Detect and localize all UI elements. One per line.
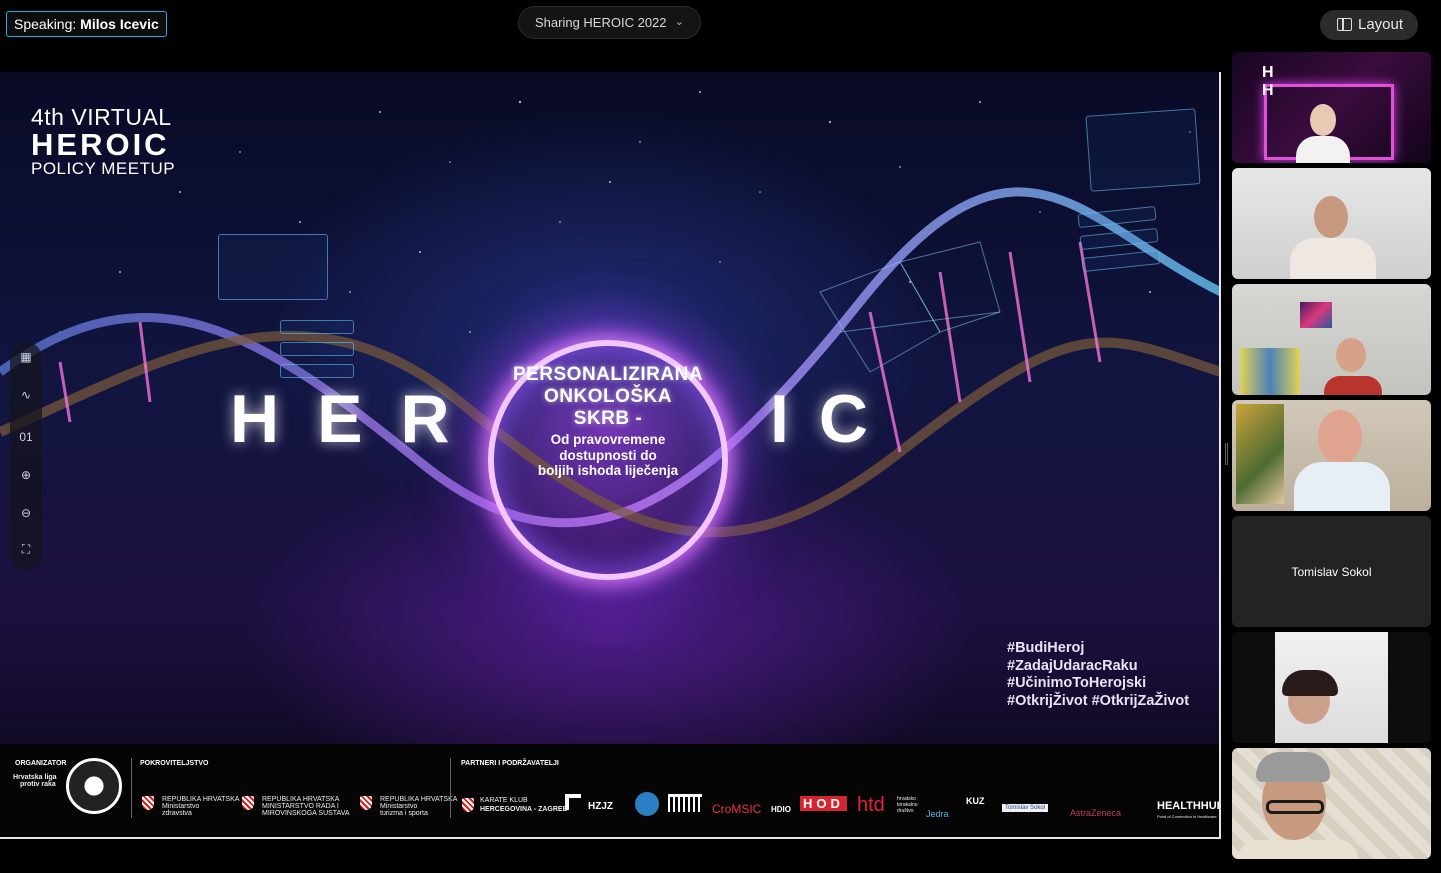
hh-logo-icon: HH — [1262, 64, 1274, 99]
karate-club-text: KARATE KLUB — [480, 797, 528, 804]
zagreb-crest-icon — [635, 792, 659, 816]
hashtag: #ZadajUdaracRaku — [1007, 657, 1138, 674]
participant-body — [1296, 136, 1350, 163]
zoom-out-icon[interactable]: ⊖ — [10, 506, 42, 520]
participant-tile[interactable] — [1232, 284, 1431, 395]
astrazeneca-logo: AstraZeneca — [1070, 808, 1122, 818]
participant-name: Tomislav Sokol — [1291, 564, 1372, 579]
croatian-shield-icon — [242, 796, 254, 810]
hashtag: #BudiHeroj — [1007, 640, 1085, 656]
layout-label: Layout — [1358, 16, 1404, 33]
participant-body — [1324, 376, 1382, 395]
hud-panel-left — [218, 234, 328, 300]
hashtags: #BudiHeroj #ZadajUdaracRaku #UčinimoToHe… — [1007, 640, 1189, 710]
headline-line-3: SKRB - — [573, 408, 643, 429]
karate-club-text: HERCEGOVINA - ZAGREB — [480, 806, 568, 813]
headline-line-1: PERSONALIZIRANA — [512, 364, 704, 385]
sharing-label: Sharing HEROIC 2022 — [535, 15, 667, 30]
hashtag: #UčinimoToHerojski — [1007, 675, 1147, 691]
speaking-label: Speaking: — [14, 16, 77, 32]
grid-view-icon[interactable]: ▦ — [10, 350, 42, 364]
participant-face — [1314, 196, 1348, 238]
participant-face — [1310, 104, 1336, 136]
karate-club-logo — [462, 798, 474, 812]
speaking-indicator: Speaking: Milos Icevic — [6, 11, 167, 37]
layout-button[interactable]: Layout — [1320, 10, 1418, 40]
slide-headline: PERSONALIZIRANA ONKOLOŠKA SKRB - Od prav… — [488, 364, 728, 479]
panel-resize-handle[interactable] — [1225, 443, 1228, 465]
speaker-name: Milos Icevic — [80, 16, 159, 32]
sharing-dropdown[interactable]: Sharing HEROIC 2022 ⌄ — [518, 6, 701, 39]
sponsor-strip: ORGANIZATOR Hrvatska liga protiv raka PO… — [0, 744, 1219, 837]
organizator-name-2: protiv raka — [20, 781, 56, 788]
big-letters-left: HER — [230, 381, 488, 457]
hud-panel-right — [1085, 108, 1201, 192]
shared-screen: 4th VIRTUAL HEROIC POLICY MEETUP HER IC … — [0, 72, 1221, 839]
participant-body — [1238, 840, 1358, 859]
event-brand: 4th VIRTUAL HEROIC POLICY MEETUP — [31, 105, 175, 178]
subheadline-line-2: dostupnosti do — [559, 447, 657, 463]
tomislav-sokol-logo: Tomislav Sokol — [1002, 804, 1049, 812]
hzjz-logo: HZJZ — [588, 801, 613, 812]
healthhub-logo: HEALTHHUB — [1157, 800, 1221, 812]
participant-hair — [1256, 752, 1330, 782]
viewer-toolbar: ▦ ∿ 01 ⊕ ⊖ ⛶ — [10, 342, 42, 570]
htd-logo: htd — [857, 794, 885, 816]
participant-hair — [1282, 670, 1338, 696]
ministry-text: turizma i sporta — [380, 810, 428, 817]
jedra-logo: Jedra — [926, 809, 949, 819]
fullscreen-icon[interactable]: ⛶ — [10, 542, 42, 557]
annotate-icon[interactable]: ∿ — [10, 388, 42, 402]
zoom-in-icon[interactable]: ⊕ — [10, 468, 42, 482]
participant-tile-no-video[interactable]: Tomislav Sokol — [1232, 516, 1431, 627]
participant-face — [1318, 410, 1362, 464]
brand-line-1: 4th VIRTUAL — [31, 104, 172, 130]
divider — [131, 758, 132, 818]
hud-panel-left-small-2 — [280, 342, 354, 356]
divider — [450, 758, 451, 818]
brand-line-3: POLICY MEETUP — [31, 159, 176, 178]
headline-line-2: ONKOLOŠKA — [544, 386, 672, 407]
big-letters-right: IC — [770, 381, 898, 457]
participant-body — [1290, 238, 1376, 279]
participant-tile[interactable] — [1232, 632, 1431, 743]
partneri-heading: PARTNERI I PODRŽAVATELJI — [461, 760, 559, 767]
hod-logo: HOD — [800, 796, 847, 811]
ministry-text: MIROVINSKOGA SUSTAVA — [262, 810, 350, 817]
trophy-shelf — [1240, 348, 1300, 395]
kuz-logo: KUZ — [966, 796, 985, 806]
brand-line-2: HEROIC — [31, 127, 170, 162]
league-against-cancer-logo — [66, 758, 122, 814]
library-building-icon — [668, 794, 702, 812]
hud-panel-left-small-3 — [280, 364, 354, 378]
participant-tile[interactable] — [1232, 400, 1431, 511]
page-number[interactable]: 01 — [10, 430, 42, 444]
htd-subtext: društvo — [897, 808, 914, 814]
organizator-heading: ORGANIZATOR — [15, 760, 67, 767]
participant-face — [1336, 338, 1366, 372]
participant-body — [1294, 462, 1390, 511]
participant-tile[interactable]: HH — [1232, 52, 1431, 163]
ministry-text: zdravstva — [162, 810, 192, 817]
healthhub-tagline: Point of Connection in Healthcare — [1157, 814, 1217, 819]
wall-painting — [1300, 302, 1332, 328]
hashtag: #OtkrijŽivot #OtkrijZaŽivot — [1007, 692, 1190, 709]
cromsic-logo: CroMSIC — [712, 802, 762, 816]
subheadline-line-1: Od pravovremene — [550, 432, 666, 447]
glasses-icon — [1266, 800, 1324, 814]
croatian-shield-icon — [142, 796, 154, 810]
croatian-shield-icon — [360, 796, 372, 810]
subheadline-line-3: boljih ishoda liječenja — [537, 463, 679, 478]
chevron-down-icon: ⌄ — [674, 16, 684, 28]
layout-icon — [1337, 18, 1352, 31]
hdio-logo: HDIO — [771, 805, 791, 814]
meeting-window: Speaking: Milos Icevic Sharing HEROIC 20… — [0, 0, 1441, 873]
participant-tile[interactable] — [1232, 748, 1431, 859]
hud-panel-left-small-1 — [280, 320, 354, 334]
participant-tile[interactable] — [1232, 168, 1431, 279]
wall-art — [1236, 404, 1284, 504]
pokroviteljstvo-heading: POKROVITELJSTVO — [140, 760, 209, 767]
hzjz-mark-icon — [565, 794, 581, 810]
